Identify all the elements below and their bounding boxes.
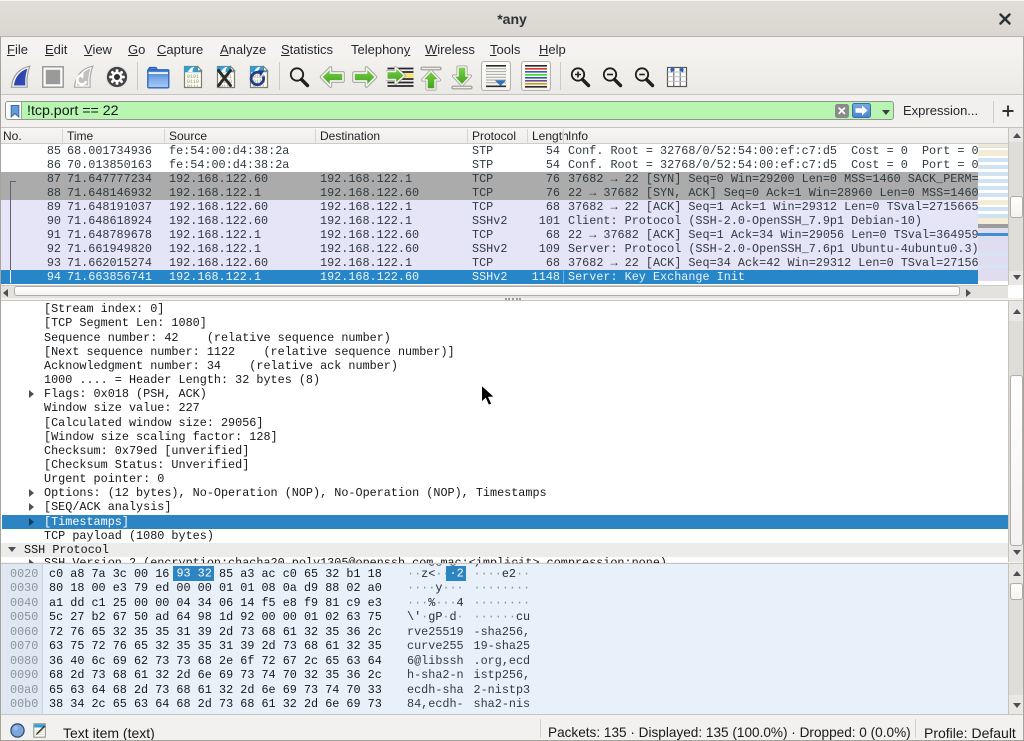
svg-text:0111: 0111 xyxy=(187,84,199,90)
